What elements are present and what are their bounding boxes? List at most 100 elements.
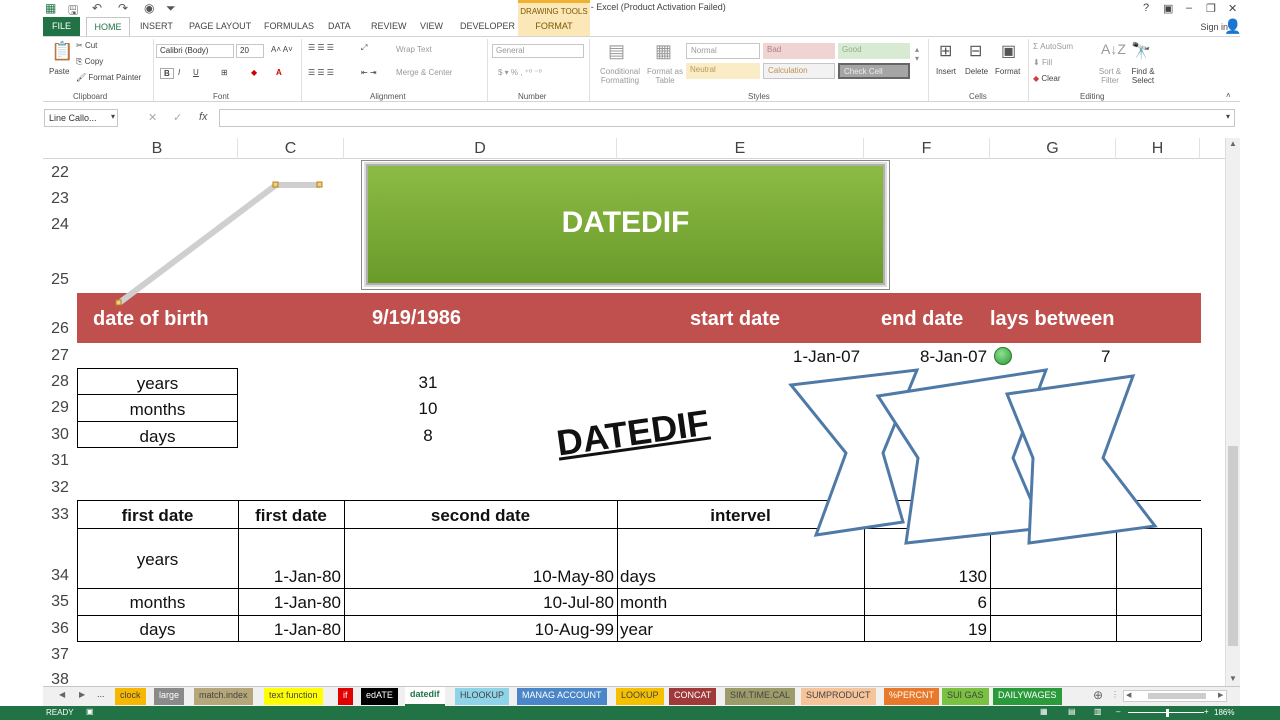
format-cells-icon[interactable]: ▣	[1001, 41, 1016, 61]
macro-record-icon[interactable]: ▣	[86, 707, 94, 716]
sheet-tab-edate[interactable]: edATE	[361, 688, 398, 705]
merge-center-button[interactable]: Merge & Center	[396, 68, 452, 77]
vertical-scrollbar[interactable]: ▲ ▼	[1225, 138, 1240, 686]
zoom-slider-thumb[interactable]	[1166, 709, 1169, 717]
conditional-formatting-icon[interactable]: ▤	[608, 41, 625, 62]
tab-split-icon[interactable]: ⋮	[1111, 690, 1119, 699]
tab-insert[interactable]: INSERT	[140, 21, 173, 31]
style-calculation[interactable]: Calculation	[763, 63, 835, 79]
tab-scroll-right-icon[interactable]: ▶	[79, 690, 85, 699]
style-good[interactable]: Good	[838, 43, 910, 59]
paste-icon[interactable]: 📋	[51, 41, 73, 62]
page-break-view-icon[interactable]: ▥	[1094, 707, 1102, 716]
delete-button[interactable]: Delete	[965, 67, 988, 76]
name-box-dropdown-icon[interactable]: ▾	[111, 112, 115, 121]
underline-button[interactable]: U	[193, 68, 199, 77]
wave-flag-shapes[interactable]	[788, 368, 1158, 545]
sort-filter-button[interactable]: Sort & Filter	[1095, 67, 1125, 85]
italic-button[interactable]: I	[178, 68, 180, 77]
page-layout-view-icon[interactable]: ▤	[1068, 707, 1076, 716]
horizontal-scrollbar[interactable]: ◀ ▶	[1123, 690, 1227, 702]
styles-scroll-icon[interactable]: ▴ ▾	[915, 45, 919, 63]
orientation-icon[interactable]: ⤢	[361, 43, 367, 53]
style-normal[interactable]: Normal	[686, 43, 760, 59]
sheet-tab-sui-gas[interactable]: SUI GAS	[942, 688, 989, 705]
minimize-icon[interactable]: –	[1186, 2, 1192, 14]
sheet-tab-clock[interactable]: clock	[115, 688, 146, 705]
sheet-tab-hlookup[interactable]: HLOOKUP	[455, 688, 510, 705]
fill-color-icon[interactable]: ◆	[251, 68, 257, 77]
zoom-in-icon[interactable]: +	[1204, 707, 1209, 716]
account-avatar-icon[interactable]: 👤	[1224, 18, 1241, 35]
normal-view-icon[interactable]: ▦	[1040, 707, 1048, 716]
scroll-down-icon[interactable]: ▼	[1229, 674, 1237, 683]
number-format-select[interactable]: General	[492, 44, 584, 58]
font-size-select[interactable]: 20	[236, 44, 264, 58]
font-color-icon[interactable]: A	[276, 68, 282, 77]
confirm-entry-icon[interactable]: ✓	[173, 111, 182, 124]
paste-button[interactable]: Paste	[49, 67, 69, 76]
vertical-scroll-thumb[interactable]	[1228, 446, 1238, 646]
hscroll-right-icon[interactable]: ▶	[1218, 691, 1223, 699]
wrap-text-button[interactable]: Wrap Text	[396, 45, 432, 54]
format-button[interactable]: Format	[995, 67, 1020, 76]
sheet-tab-percnt[interactable]: %PERCNT	[884, 688, 940, 705]
sheet-tab-match-index[interactable]: match.index	[194, 688, 253, 705]
horizontal-scroll-thumb[interactable]	[1148, 693, 1206, 699]
hscroll-left-icon[interactable]: ◀	[1126, 691, 1131, 699]
tab-page-layout[interactable]: PAGE LAYOUT	[189, 21, 251, 31]
cancel-entry-icon[interactable]: ✕	[148, 111, 157, 124]
format-painter-button[interactable]: 🖌 Format Painter	[76, 73, 141, 82]
expand-formula-icon[interactable]: ▾	[1226, 112, 1230, 121]
copy-button[interactable]: ⎘ Copy	[76, 57, 103, 67]
sort-filter-icon[interactable]: A↓Z	[1101, 41, 1126, 57]
line-callout-shape[interactable]	[115, 181, 323, 306]
sheet-tab-concat[interactable]: CONCAT	[669, 688, 717, 705]
sheet-tab-dailywages[interactable]: DAILYWAGES	[993, 688, 1062, 705]
grow-font-icon[interactable]: A˄ A˅	[271, 45, 293, 54]
find-select-button[interactable]: Find & Select	[1126, 67, 1160, 85]
tab-file[interactable]: FILE	[43, 17, 80, 36]
tab-format[interactable]: FORMAT	[518, 18, 590, 36]
borders-icon[interactable]: ⊞	[221, 68, 228, 77]
formula-input[interactable]	[219, 109, 1235, 127]
collapse-ribbon-icon[interactable]: ˄	[1226, 91, 1231, 100]
binoculars-icon[interactable]: 🔭	[1131, 41, 1151, 61]
autosum-button[interactable]: Σ AutoSum	[1033, 42, 1073, 51]
sheet-tab-sim-time-cal[interactable]: SIM.TIME.CAL	[725, 688, 796, 705]
bold-button[interactable]: B	[160, 68, 174, 79]
tab-view[interactable]: VIEW	[420, 21, 443, 31]
tab-formulas[interactable]: FORMULAS	[264, 21, 314, 31]
worksheet-grid[interactable]: B C D E F G H 22 23 24 25 26 27 28 29 30…	[43, 138, 1225, 686]
new-sheet-icon[interactable]: ⊕	[1093, 688, 1103, 702]
sheet-tab-large[interactable]: large	[154, 688, 185, 705]
fill-button[interactable]: ⬇ Fill	[1033, 58, 1052, 67]
tab-review[interactable]: REVIEW	[371, 21, 407, 31]
sheet-tab-sumproduct[interactable]: SUMPRODUCT	[801, 688, 876, 705]
sheet-tab-manag-account[interactable]: MANAG ACCOUNT	[517, 688, 607, 705]
ribbon-display-icon[interactable]: ▣	[1163, 2, 1173, 15]
style-check-cell[interactable]: Check Cell	[838, 63, 910, 79]
insert-button[interactable]: Insert	[936, 67, 956, 76]
conditional-formatting-button[interactable]: Conditional Formatting	[595, 67, 645, 85]
sheet-tab-text-function[interactable]: text function	[264, 688, 323, 705]
sheet-tab-datedif[interactable]: datedif	[405, 687, 445, 706]
tab-scroll-left-icon[interactable]: ◀	[59, 690, 65, 699]
tab-data[interactable]: DATA	[328, 21, 351, 31]
font-name-select[interactable]: Calibri (Body)	[156, 44, 234, 58]
name-box[interactable]: Line Callo...	[44, 109, 118, 127]
style-neutral[interactable]: Neutral	[686, 63, 760, 79]
sheet-tab-lookup[interactable]: LOOKUP	[616, 688, 664, 705]
restore-icon[interactable]: ❐	[1206, 2, 1216, 15]
indent-icon[interactable]: ⇤ ⇥	[361, 68, 377, 77]
align-left-icon[interactable]: ☰ ☰ ☰	[308, 68, 334, 77]
insert-function-button[interactable]: fx	[199, 111, 208, 123]
insert-cells-icon[interactable]: ⊞	[939, 41, 952, 61]
clear-button[interactable]: ◆ Clear	[1033, 74, 1061, 83]
tab-home[interactable]: HOME	[86, 17, 130, 37]
more-sheets-button[interactable]: ...	[97, 689, 105, 699]
help-button[interactable]: ?	[1143, 2, 1149, 14]
style-bad[interactable]: Bad	[763, 43, 835, 59]
scroll-up-icon[interactable]: ▲	[1229, 139, 1237, 148]
tab-developer[interactable]: DEVELOPER	[460, 21, 515, 31]
